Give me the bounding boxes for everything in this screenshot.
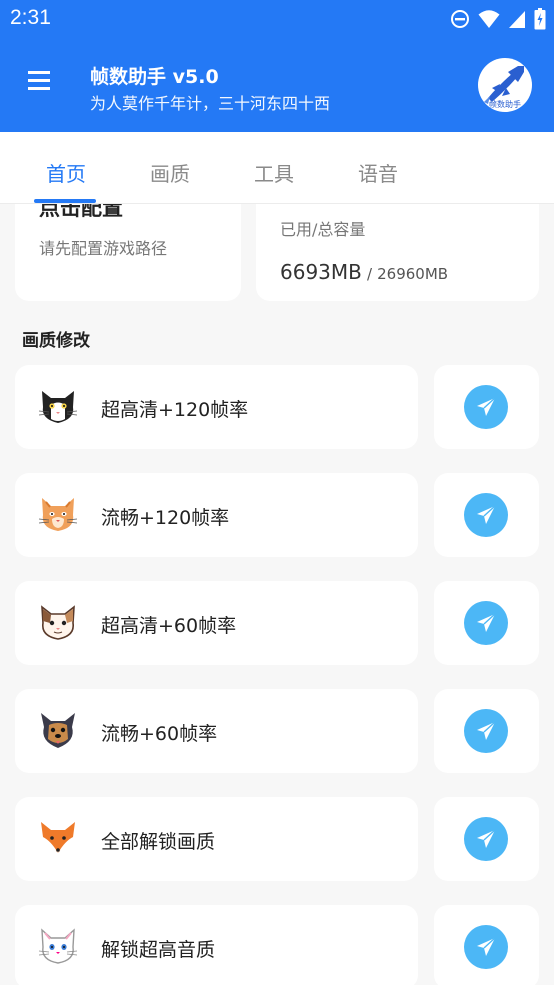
storage-total: 26960MB [377,265,449,283]
battery-icon [534,8,546,30]
list-item[interactable]: 超高清+120帧率 [15,365,418,449]
storage-label: 已用/总容量 [280,220,366,239]
tab-bar: 首页 画质 工具 语音 [0,132,554,204]
cat-white-icon [38,928,78,964]
apply-button-6[interactable] [434,905,539,985]
dog-yorkie-icon [41,713,75,748]
apply-button-3[interactable] [434,581,539,665]
item-label: 解锁超高音质 [101,939,216,961]
send-icon [477,397,496,416]
send-button[interactable] [464,817,508,861]
list-item[interactable]: 全部解锁画质 [15,797,418,881]
fox-icon [41,822,75,853]
send-icon [477,721,496,740]
send-button[interactable] [464,709,508,753]
apply-button-5[interactable] [434,797,539,881]
list-item[interactable]: 解锁超高音质 [15,905,418,985]
logo-text: 帧数助手 [489,100,521,109]
menu-icon [28,71,50,74]
tab-home[interactable]: 首页 [46,158,86,187]
app-logo[interactable]: 帧数助手 [478,58,532,112]
item-label: 超高清+120帧率 [101,399,249,421]
wifi-icon [478,10,500,28]
cat-black-white-icon [38,391,78,423]
send-icon [477,613,496,632]
app-bar: 帧数助手 v5.0 为人莫作千年计，三十河东四十西 帧数助手 [0,38,554,132]
tab-voice[interactable]: 语音 [358,158,398,187]
apply-button-4[interactable] [434,689,539,773]
item-label: 超高清+60帧率 [101,615,237,637]
app-title: 帧数助手 v5.0 [90,66,219,88]
tab-tools[interactable]: 工具 [254,158,294,187]
storage-card: 已用/总容量 6693MB / 26960MB [256,204,539,301]
app-screen: 2:31 帧数助手 v5.0 为人莫作千年计，三十河东四十西 帧数助手 首页 画… [0,0,554,985]
list-item[interactable]: 流畅+120帧率 [15,473,418,557]
storage-separator: / [366,265,373,283]
storage-used: 6693MB [280,260,362,284]
dnd-icon [451,10,469,28]
apply-button-1[interactable] [434,365,539,449]
item-label: 流畅+120帧率 [101,507,230,529]
send-icon [477,829,496,848]
apply-button-2[interactable] [434,473,539,557]
config-card-desc: 请先配置游戏路径 [39,239,168,258]
send-button[interactable] [464,493,508,537]
app-subtitle: 为人莫作千年计，三十河东四十西 [90,94,331,113]
status-bar: 2:31 [0,0,554,38]
tab-quality[interactable]: 画质 [150,158,190,187]
menu-icon-line [28,79,50,82]
tab-indicator [34,199,96,203]
section-title: 画质修改 [22,331,90,351]
cat-orange-icon [38,498,78,531]
send-button[interactable] [464,925,508,969]
status-icons [450,7,546,31]
item-label: 全部解锁画质 [101,831,216,853]
menu-button[interactable] [28,71,58,101]
signal-icon [509,11,525,28]
main-content[interactable]: 点击配置 请先配置游戏路径 已用/总容量 6693MB / 26960MB 画质… [0,204,554,985]
send-icon [477,937,496,956]
storage-values: 6693MB / 26960MB [280,260,448,284]
config-card[interactable]: 点击配置 请先配置游戏路径 [15,204,241,301]
item-label: 流畅+60帧率 [101,723,218,745]
list-item[interactable]: 超高清+60帧率 [15,581,418,665]
menu-icon-line [28,87,50,90]
list-item[interactable]: 流畅+60帧率 [15,689,418,773]
config-card-title: 点击配置 [39,204,123,220]
send-button[interactable] [464,601,508,645]
send-button[interactable] [464,385,508,429]
cat-calico-icon [41,605,75,640]
status-time: 2:31 [10,6,51,29]
send-icon [477,505,496,524]
